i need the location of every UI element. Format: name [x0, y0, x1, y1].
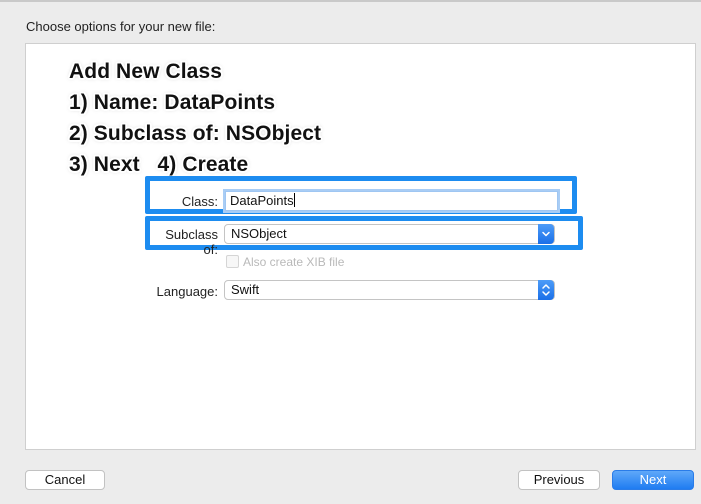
language-label: Language: [156, 284, 218, 299]
text-caret [293, 193, 295, 207]
subclass-popup-button[interactable] [538, 224, 554, 244]
previous-button[interactable]: Previous [518, 470, 600, 490]
up-down-chevron-icon [542, 284, 550, 296]
new-file-options-dialog: Choose options for your new file: Add Ne… [0, 0, 701, 504]
dialog-prompt: Choose options for your new file: [26, 19, 216, 34]
language-popup[interactable]: Swift [224, 280, 555, 300]
class-name-value: DataPoints [230, 193, 294, 208]
next-button[interactable]: Next [612, 470, 694, 490]
instruction-step-1: 1) Name: DataPoints [69, 91, 276, 114]
xib-checkbox[interactable] [226, 255, 239, 268]
language-popup-arrow [538, 280, 554, 300]
subclass-label: Subclass of: [165, 227, 218, 257]
instruction-step-2: 2) Subclass of: NSObject [69, 122, 322, 145]
class-label: Class: [181, 194, 218, 209]
instruction-title: Add New Class [69, 60, 223, 83]
subclass-combo-box[interactable]: NSObject [224, 224, 555, 244]
subclass-value: NSObject [231, 226, 287, 241]
tutorial-instructions: Add New Class 1) Name: DataPoints 2) Sub… [69, 56, 321, 180]
xib-checkbox-row[interactable]: Also create XIB file [226, 255, 344, 269]
chevron-down-icon [542, 231, 550, 237]
xib-checkbox-label: Also create XIB file [243, 255, 345, 269]
class-name-input[interactable]: DataPoints [225, 191, 558, 211]
top-divider [0, 0, 701, 2]
language-value: Swift [231, 282, 260, 297]
cancel-button[interactable]: Cancel [25, 470, 105, 490]
